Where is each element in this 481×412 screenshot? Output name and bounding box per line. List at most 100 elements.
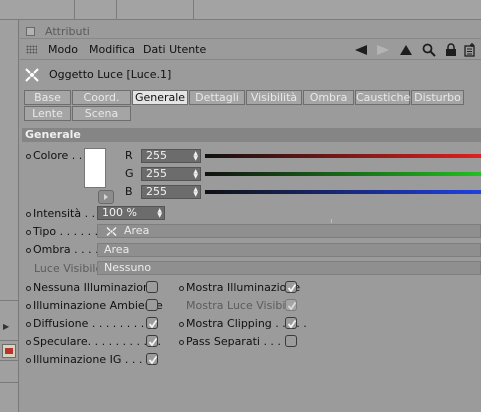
intensity-label: Intensità . . . — [33, 207, 103, 220]
up-arrow-icon[interactable] — [398, 42, 414, 58]
panel-title: Attributi — [45, 25, 90, 38]
shadow-label: Ombra . . . . . — [33, 243, 106, 256]
blue-value: 255 — [146, 185, 167, 198]
outer-toolbar-strip — [0, 0, 481, 20]
tab-lente[interactable]: Lente — [24, 106, 71, 121]
tab-visibilita[interactable]: Visibilità — [246, 90, 302, 105]
object-name: Oggetto Luce [Luce.1] — [49, 68, 172, 81]
show-visible-light-label: Mostra Luce Visibile — [186, 299, 296, 312]
animation-dot[interactable] — [26, 358, 31, 363]
menu-dati-utente[interactable]: Dati Utente — [143, 43, 206, 56]
animation-dot[interactable] — [26, 322, 31, 327]
separate-pass-checkbox[interactable] — [285, 335, 297, 347]
material-thumbnail-icon[interactable] — [2, 344, 16, 358]
type-value: Area — [124, 224, 150, 237]
tab-disturbo[interactable]: Disturbo — [411, 90, 464, 105]
side-divider — [0, 340, 19, 341]
spinner-icon[interactable]: ▲ ▼ — [157, 208, 162, 219]
slider-marker — [331, 219, 332, 223]
ambient-illumination-label: Illuminazione Ambiente — [33, 299, 163, 312]
channel-label-b: B — [125, 185, 133, 198]
animation-dot[interactable] — [26, 340, 31, 345]
animation-dot[interactable] — [26, 212, 31, 217]
strip-divider — [193, 0, 194, 20]
checkmark-icon — [148, 319, 158, 329]
diffuse-checkbox[interactable] — [146, 317, 158, 329]
intensity-field[interactable]: 100 % ▲ ▼ — [97, 206, 165, 220]
green-value-field[interactable]: 255 ▲ ▼ — [141, 167, 201, 181]
color-swatch[interactable] — [84, 148, 106, 188]
channel-label-g: G — [125, 167, 134, 180]
shadow-dropdown[interactable]: Area — [97, 243, 481, 257]
tab-ombra[interactable]: Ombra — [303, 90, 354, 105]
ambient-illumination-checkbox[interactable] — [146, 299, 158, 311]
menu-bar: Modo Modifica Dati Utente — [20, 40, 481, 60]
checkmark-icon — [287, 301, 297, 311]
no-illumination-checkbox[interactable] — [146, 281, 158, 293]
red-gradient-slider[interactable] — [205, 154, 481, 158]
tab-caustiche[interactable]: Caustiche — [355, 90, 410, 105]
section-title: Generale — [25, 128, 81, 141]
area-light-icon — [106, 227, 117, 236]
specular-checkbox[interactable] — [146, 335, 158, 347]
lock-icon[interactable] — [443, 42, 459, 58]
animation-dot[interactable] — [179, 340, 184, 345]
gi-illumination-checkbox[interactable] — [146, 353, 158, 365]
tab-base[interactable]: Base — [24, 90, 71, 105]
animation-dot[interactable] — [179, 322, 184, 327]
spinner-icon[interactable]: ▲ ▼ — [193, 169, 198, 180]
panel-checkbox[interactable] — [26, 27, 35, 36]
shadow-value: Area — [104, 243, 130, 256]
panel-title-bar: Attributi — [20, 23, 481, 39]
blue-gradient-slider[interactable] — [205, 190, 481, 194]
blue-value-field[interactable]: 255 ▲ ▼ — [141, 185, 201, 199]
specular-label: Speculare. . . . . . . . . . . — [33, 335, 162, 348]
checkmark-icon — [148, 355, 158, 365]
menu-modo[interactable]: Modo — [48, 43, 78, 56]
visible-light-value: Nessuno — [104, 261, 152, 274]
checkmark-icon — [287, 319, 297, 329]
animation-dot[interactable] — [179, 286, 184, 291]
new-panel-icon[interactable] — [462, 42, 478, 58]
type-label: Tipo . . . . . . — [33, 225, 99, 238]
strip-divider — [74, 0, 75, 20]
tab-dettagli[interactable]: Dettagli — [189, 90, 245, 105]
strip-divider — [116, 0, 117, 20]
red-value-field[interactable]: 255 ▲ ▼ — [141, 149, 201, 163]
animation-dot[interactable] — [26, 304, 31, 309]
green-value: 255 — [146, 167, 167, 180]
spinner-icon[interactable]: ▲ ▼ — [193, 187, 198, 198]
menu-modifica[interactable]: Modifica — [89, 43, 135, 56]
diffuse-label: Diffusione . . . . . . . . . . — [33, 317, 159, 330]
attributes-panel: Attributi Modo Modifica Dati Utente Ogge… — [20, 20, 481, 412]
visible-light-label: Luce Visibile — [34, 262, 103, 275]
show-visible-light-checkbox[interactable] — [285, 299, 297, 311]
visible-light-dropdown[interactable]: Nessuno — [97, 261, 481, 275]
spinner-icon[interactable]: ▲ ▼ — [193, 151, 198, 162]
grip-icon[interactable] — [26, 45, 37, 54]
expand-arrow-icon[interactable]: ▶ — [3, 322, 9, 331]
checkmark-icon — [287, 283, 297, 293]
type-dropdown[interactable]: Area — [97, 224, 481, 238]
show-illumination-checkbox[interactable] — [285, 281, 297, 293]
animation-dot[interactable] — [26, 230, 31, 235]
animation-dot[interactable] — [26, 248, 31, 253]
show-clipping-checkbox[interactable] — [285, 317, 297, 329]
side-divider — [0, 382, 19, 383]
no-illumination-label: Nessuna Illuminazione — [33, 281, 157, 294]
tab-coord[interactable]: Coord. — [72, 90, 131, 105]
red-value: 255 — [146, 149, 167, 162]
checkmark-icon — [148, 337, 158, 347]
animation-dot[interactable] — [26, 286, 31, 291]
animation-dot[interactable] — [26, 154, 31, 159]
green-gradient-slider[interactable] — [205, 172, 481, 176]
search-icon[interactable] — [421, 42, 437, 58]
section-header: Generale — [22, 128, 481, 142]
color-picker-expand-button[interactable] — [98, 190, 114, 204]
intensity-value: 100 % — [102, 206, 137, 219]
tab-generale[interactable]: Generale — [132, 90, 188, 105]
forward-arrow-icon[interactable] — [375, 42, 391, 58]
tab-scena[interactable]: Scena — [72, 106, 131, 121]
show-illumination-label: Mostra Illuminazione — [186, 281, 301, 294]
back-arrow-icon[interactable] — [353, 42, 369, 58]
